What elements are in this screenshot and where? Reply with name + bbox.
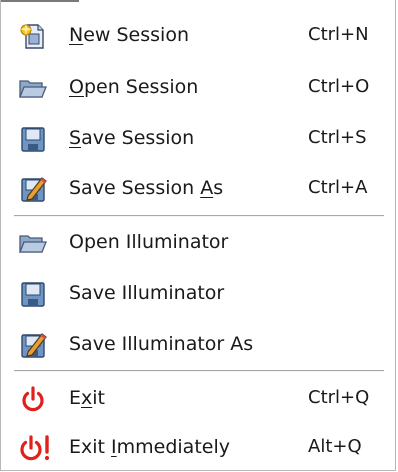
floppy-disk-icon (18, 279, 48, 309)
menu-item-save-illuminator-as[interactable]: Save Illuminator As (1, 319, 395, 369)
menu-item-shortcut: Ctrl+O (308, 76, 370, 97)
floppy-pencil-icon (18, 330, 48, 360)
menu-item-label: Exit (69, 387, 105, 409)
menu-item-save-session-as[interactable]: Save Session As Ctrl+A (1, 163, 395, 213)
menu-item-label: Open Illuminator (69, 231, 229, 253)
menu-item-label: Exit Immediately (69, 436, 230, 458)
menu-item-exit[interactable]: Exit Ctrl+Q (1, 373, 395, 423)
open-folder-icon (18, 228, 48, 258)
floppy-disk-icon (18, 124, 48, 154)
menu-item-new-session[interactable]: New Session Ctrl+N (1, 10, 395, 60)
menu-item-save-illuminator[interactable]: Save Illuminator (1, 268, 395, 318)
open-folder-icon (18, 73, 48, 103)
menu-item-open-illuminator[interactable]: Open Illuminator (1, 217, 395, 267)
power-icon (18, 384, 48, 414)
menu-item-exit-immediately[interactable]: Exit Immediately Alt+Q (1, 422, 395, 472)
menu-item-shortcut: Ctrl+S (308, 127, 367, 148)
menu-item-open-session[interactable]: Open Session Ctrl+O (1, 62, 395, 112)
menu-item-label: Save Session As (69, 177, 224, 199)
menu-item-label: Save Illuminator As (69, 333, 254, 355)
menu-item-shortcut: Ctrl+N (308, 24, 369, 45)
menu-item-label: Save Illuminator (69, 282, 225, 304)
menu-item-save-session[interactable]: Save Session Ctrl+S (1, 113, 395, 163)
floppy-pencil-icon (18, 174, 48, 204)
menu-item-shortcut: Ctrl+A (308, 177, 368, 198)
menu-item-label: Open Session (69, 76, 199, 98)
menu-title-underline (1, 0, 79, 2)
file-menu: New Session Ctrl+N Open Session Ctrl+O S… (0, 0, 396, 471)
menu-item-shortcut: Alt+Q (308, 436, 362, 457)
power-exclamation-icon (18, 433, 50, 463)
menu-item-label: New Session (69, 24, 189, 46)
new-session-icon (18, 21, 48, 51)
menu-item-shortcut: Ctrl+Q (308, 387, 370, 408)
menu-separator (14, 370, 384, 372)
menu-item-label: Save Session (69, 127, 195, 149)
